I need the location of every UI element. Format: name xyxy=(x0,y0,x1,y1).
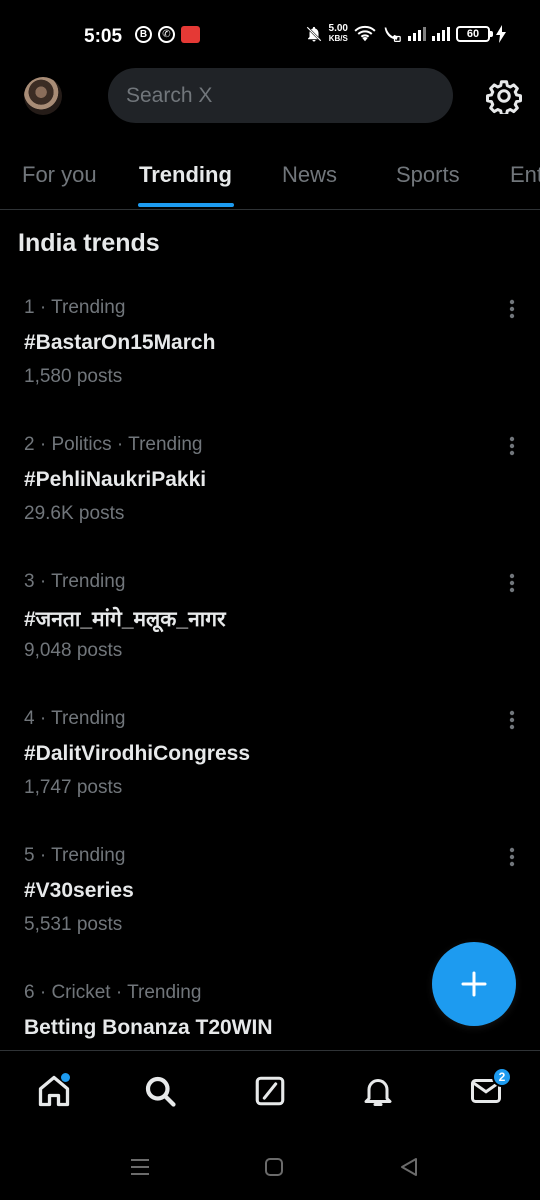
b-circle-icon: B xyxy=(135,26,152,43)
nav-grok[interactable] xyxy=(250,1071,290,1111)
active-tab-indicator xyxy=(138,203,234,207)
gear-icon[interactable] xyxy=(486,78,522,114)
status-bar: 5:05 B ✆ 5.00 KB/S 60 xyxy=(0,0,540,72)
search-bar[interactable] xyxy=(108,68,453,123)
nav-home[interactable] xyxy=(34,1071,74,1111)
trend-name: Betting Bonanza T20WIN xyxy=(24,1016,273,1039)
plus-icon xyxy=(461,971,487,997)
top-header xyxy=(0,68,540,124)
tab-sports[interactable]: Sports xyxy=(396,162,460,188)
trend-meta: 3 · Trending xyxy=(24,571,126,592)
more-options-icon[interactable] xyxy=(502,289,522,329)
trend-meta: 2 · Politics · Trending xyxy=(24,434,203,455)
compose-button[interactable] xyxy=(432,942,516,1026)
trend-post-count: 1,747 posts xyxy=(24,777,123,798)
status-left-icons: B ✆ xyxy=(135,26,200,43)
trend-post-count: 1,580 posts xyxy=(24,366,123,387)
trend-item[interactable]: 2 · Politics · Trending #PehliNaukriPakk… xyxy=(24,434,524,554)
bell-off-icon xyxy=(305,26,322,42)
nav-messages[interactable]: 2 xyxy=(466,1067,512,1111)
trend-item[interactable]: 5 · Trending #V30series 5,531 posts xyxy=(24,845,524,965)
trend-name: #जनता_मांगे_मलूक_नागर xyxy=(24,608,226,631)
record-icon xyxy=(181,26,200,43)
trend-meta: 6 · Cricket · Trending xyxy=(24,982,202,1003)
signal-icon xyxy=(432,27,450,41)
trend-name: #BastarOn15March xyxy=(24,331,216,354)
grok-icon xyxy=(255,1076,285,1106)
charging-icon xyxy=(496,25,506,43)
battery-icon: 60 xyxy=(456,26,493,42)
nav-notifications[interactable] xyxy=(358,1071,398,1111)
tab-bar: For you Trending News Sports Ent xyxy=(0,148,540,210)
trend-meta: 4 · Trending xyxy=(24,708,126,729)
trend-name: #DalitVirodhiCongress xyxy=(24,742,250,765)
trend-item[interactable]: 1 · Trending #BastarOn15March 1,580 post… xyxy=(24,297,524,417)
trend-item[interactable]: 4 · Trending #DalitVirodhiCongress 1,747… xyxy=(24,708,524,828)
home-notification-dot xyxy=(61,1073,70,1082)
wifi-icon xyxy=(354,26,376,42)
trend-item[interactable]: 3 · Trending #जनता_मांगे_मलूक_नागर 9,048… xyxy=(24,571,524,691)
tab-news[interactable]: News xyxy=(282,162,337,188)
status-right-icons: 5.00 KB/S 60 xyxy=(305,24,506,44)
system-navigation xyxy=(0,1132,540,1200)
trend-name: #PehliNaukriPakki xyxy=(24,468,207,491)
messages-badge: 2 xyxy=(492,1067,512,1087)
bottom-nav: 2 xyxy=(0,1050,540,1132)
nav-search[interactable] xyxy=(140,1071,180,1111)
home-button-icon[interactable] xyxy=(261,1154,287,1180)
more-options-icon[interactable] xyxy=(502,700,522,740)
notifications-icon xyxy=(364,1079,392,1106)
more-options-icon[interactable] xyxy=(502,563,522,603)
status-time: 5:05 xyxy=(84,26,123,47)
trend-post-count: 29.6K posts xyxy=(24,503,125,524)
tab-for-you[interactable]: For you xyxy=(22,162,97,188)
signal-icon xyxy=(408,27,426,41)
trend-post-count: 9,048 posts xyxy=(24,640,123,661)
trend-name: #V30series xyxy=(24,879,134,902)
back-icon[interactable] xyxy=(396,1154,422,1180)
avatar[interactable] xyxy=(24,77,62,115)
wifi-calling-icon xyxy=(384,27,401,42)
tab-trending[interactable]: Trending xyxy=(139,162,232,188)
app-root: 5:05 B ✆ 5.00KB/S 60 For you Tren xyxy=(0,0,540,1200)
trend-post-count: 5,531 posts xyxy=(24,914,123,935)
recent-apps-icon[interactable] xyxy=(127,1154,153,1180)
search-icon xyxy=(145,1076,176,1107)
more-options-icon[interactable] xyxy=(502,426,522,466)
trend-meta: 5 · Trending xyxy=(24,845,126,866)
whatsapp-icon: ✆ xyxy=(158,26,175,43)
tab-entertainment[interactable]: Ent xyxy=(510,162,540,188)
section-title: India trends xyxy=(18,229,160,257)
trend-meta: 1 · Trending xyxy=(24,297,126,318)
network-speed: 5.00 KB/S xyxy=(328,23,348,44)
search-input[interactable] xyxy=(126,83,453,108)
more-options-icon[interactable] xyxy=(502,837,522,877)
